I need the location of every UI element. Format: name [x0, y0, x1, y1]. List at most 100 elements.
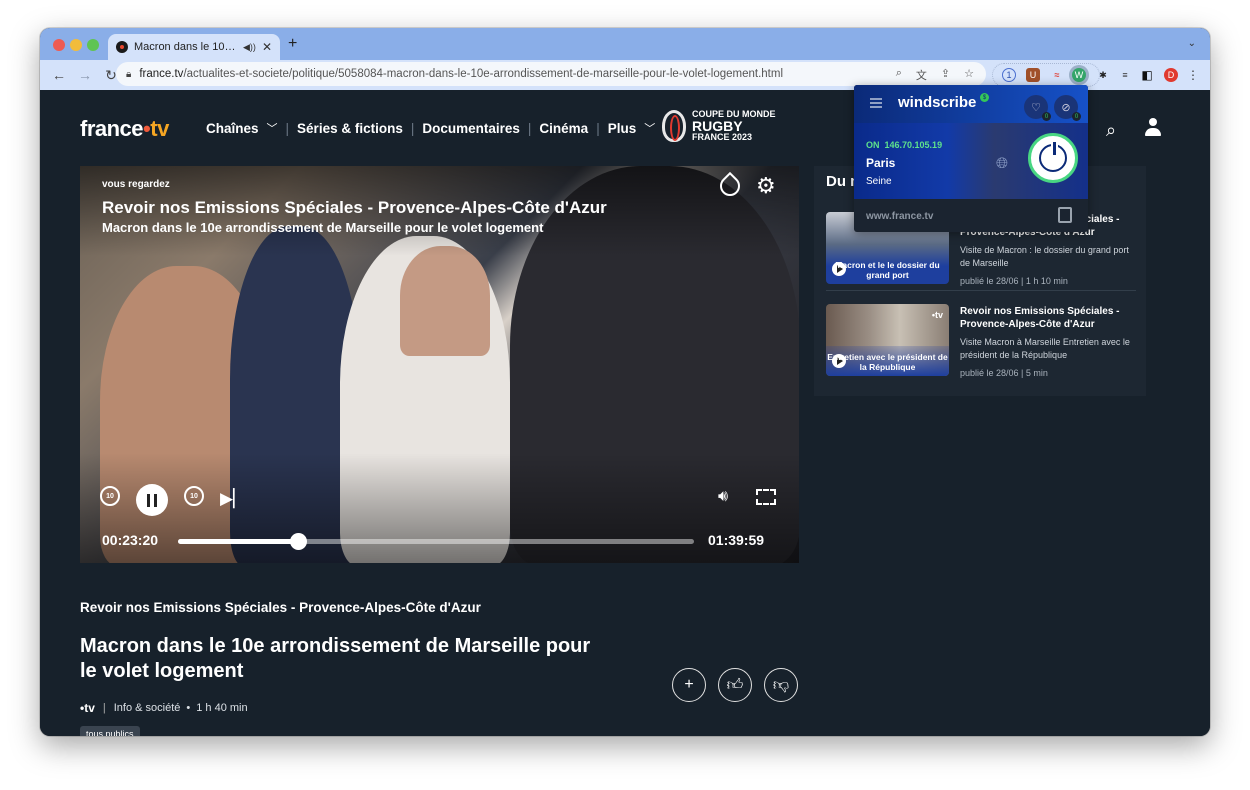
1password-icon[interactable]: 1: [1002, 68, 1016, 82]
logo-tv: tv: [150, 116, 169, 141]
rugby-trophy-icon: [662, 110, 686, 142]
forward-10-button[interactable]: 10: [184, 486, 204, 506]
category[interactable]: Info & société: [114, 702, 181, 714]
minimize-window-button[interactable]: [70, 39, 82, 51]
favorite-heart-icon[interactable]: ♡ 0: [1024, 95, 1051, 121]
fullscreen-icon[interactable]: [756, 489, 776, 505]
rugby-world-cup-logo[interactable]: COUPE DU MONDE RUGBY FRANCE 2023: [662, 110, 776, 142]
france-tv-logo[interactable]: france•tv: [80, 116, 169, 142]
duration: 01:39:59: [708, 532, 765, 548]
url-path: /actualites-et-societe/politique/5058084…: [183, 68, 783, 80]
nav-separator: |: [285, 120, 290, 136]
profile-avatar[interactable]: D: [1164, 68, 1178, 82]
main-navigation: Chaînes ﹀ | Séries & fictions | Documenta…: [206, 120, 655, 136]
tab-strip: Macron dans le 10e arrondissement de Mar…: [40, 28, 1210, 60]
progress-bar[interactable]: [178, 533, 694, 550]
france-tv-favicon-icon: [116, 41, 128, 53]
program-title[interactable]: Revoir nos Emissions Spéciales - Provenc…: [80, 600, 481, 615]
share-icon[interactable]: ⇪: [941, 67, 950, 83]
rewind-10-button[interactable]: 10: [100, 486, 120, 506]
next-episode-icon[interactable]: ▶▏: [220, 489, 246, 509]
like-button[interactable]: 👍︎: [718, 668, 752, 702]
nav-chaines[interactable]: Chaînes: [206, 121, 259, 136]
channel-logo: •tv: [80, 701, 95, 715]
video-player[interactable]: vous regardez Revoir nos Emissions Spéci…: [80, 166, 799, 563]
nav-plus[interactable]: Plus: [608, 121, 637, 136]
translate-icon[interactable]: 文: [916, 67, 927, 83]
progress-fill: [178, 539, 299, 544]
zoom-search-icon[interactable]: ⌕: [896, 67, 902, 83]
nav-cinema[interactable]: Cinéma: [539, 121, 588, 136]
location-city[interactable]: Paris: [866, 156, 895, 170]
hamburger-menu-icon[interactable]: [870, 98, 882, 108]
close-tab-icon[interactable]: ✕: [262, 40, 272, 54]
volume-icon[interactable]: 🔊︎: [718, 488, 728, 506]
nav-separator: |: [410, 120, 415, 136]
video-duration: 1 h 40 min: [196, 702, 248, 714]
search-icon[interactable]: ⌕: [1106, 120, 1116, 141]
video-title: Macron dans le 10e arrondissement de Mar…: [80, 635, 591, 682]
dislike-button[interactable]: 👎︎: [764, 668, 798, 702]
plus-icon: +: [684, 676, 694, 693]
url-host: france.tv: [139, 68, 184, 80]
nav-series-fictions[interactable]: Séries & fictions: [297, 121, 403, 136]
windscribe-popup: windscribe $ ♡ 0 ⊘ 0 ON 146.70.105.19 Pari…: [854, 85, 1088, 232]
video-meta: •tv | Info & société • 1 h 40 min: [80, 701, 248, 715]
tab-search-chevron-icon[interactable]: ⌄: [1188, 38, 1196, 49]
side-panel-icon[interactable]: ◧: [1140, 68, 1154, 82]
settings-gear-icon[interactable]: ⚙: [756, 173, 776, 199]
windscribe-logo: windscribe: [898, 94, 977, 111]
new-tab-button[interactable]: +: [288, 35, 297, 53]
nav-separator: |: [596, 120, 600, 136]
speaker-icon[interactable]: ◀)): [243, 42, 256, 53]
block-icon[interactable]: ⊘ 0: [1054, 95, 1081, 121]
card-meta: publié le 28/06 | 1 h 10 min: [960, 276, 1068, 286]
sponsor-line3: FRANCE 2023: [692, 132, 753, 142]
thumbnail-caption: Entretien avec le président de la Républ…: [827, 352, 948, 372]
extensions-puzzle-icon[interactable]: ✱: [1096, 68, 1110, 82]
windscribe-icon[interactable]: W: [1072, 68, 1086, 82]
chevron-down-icon[interactable]: ﹀: [267, 120, 278, 136]
thumbs-down-icon: 👎︎: [772, 676, 790, 694]
location-region: Seine: [866, 176, 892, 187]
favorites-count: 0: [1042, 112, 1051, 121]
ublock-icon[interactable]: U: [1026, 68, 1040, 82]
nav-documentaires[interactable]: Documentaires: [422, 121, 520, 136]
thumbnail-tv-logo: •tv: [931, 310, 943, 320]
close-window-button[interactable]: [53, 39, 65, 51]
audience-rating-badge: tous publics: [80, 726, 140, 736]
pause-button[interactable]: [136, 484, 168, 516]
address-bar[interactable]: 🔒︎ france.tv/actualites-et-societe/polit…: [116, 62, 986, 86]
related-video-card[interactable]: •tv Entretien avec le président de la Ré…: [826, 304, 1136, 378]
forward-button[interactable]: →: [78, 67, 92, 83]
extension-red-icon[interactable]: ≈: [1050, 68, 1064, 82]
tab-title: Macron dans le 10e arrondissement de Mar…: [134, 41, 237, 53]
browser-menu-icon[interactable]: ⋮: [1186, 68, 1200, 82]
site-notes-icon[interactable]: [1058, 207, 1072, 223]
zoom-window-button[interactable]: [87, 39, 99, 51]
thumbs-up-icon: 👍︎: [726, 676, 744, 694]
browser-tab-active[interactable]: Macron dans le 10e arrondissement de Mar…: [108, 34, 280, 60]
lock-icon[interactable]: 🔒︎: [126, 69, 131, 80]
power-icon: [1039, 140, 1067, 172]
power-toggle-button[interactable]: [1028, 133, 1078, 183]
meta-separator: |: [102, 702, 106, 714]
globe-icon[interactable]: 🌐︎: [996, 155, 1008, 172]
divider: [826, 290, 1136, 291]
video-thumbnail[interactable]: •tv Entretien avec le président de la Ré…: [826, 304, 949, 376]
chevron-down-icon[interactable]: ﹀: [644, 120, 655, 136]
add-to-list-button[interactable]: +: [672, 668, 706, 702]
meta-dot: •: [186, 702, 191, 714]
card-description: Visite Macron à Marseille Entretien avec…: [960, 337, 1130, 361]
logo-text: france: [80, 116, 144, 141]
video-frame: [400, 246, 490, 356]
nav-separator: |: [527, 120, 532, 136]
browser-window: Macron dans le 10e arrondissement de Mar…: [40, 28, 1210, 736]
reading-list-icon[interactable]: ≡: [1118, 68, 1132, 82]
bookmark-star-icon[interactable]: ☆: [964, 67, 974, 83]
user-account-icon[interactable]: [1144, 118, 1162, 138]
plan-badge[interactable]: $: [980, 93, 989, 102]
back-button[interactable]: ←: [52, 67, 66, 83]
card-title[interactable]: Revoir nos Emissions Spéciales - Provenc…: [960, 306, 1136, 331]
status-label: ON: [866, 140, 880, 150]
